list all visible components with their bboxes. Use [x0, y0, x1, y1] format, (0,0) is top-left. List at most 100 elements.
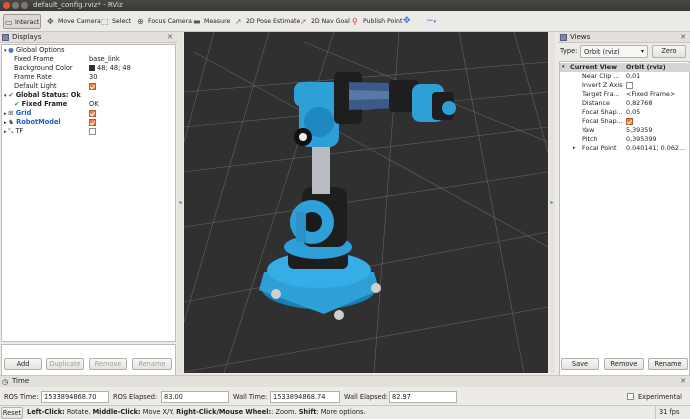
views-panel-title: Views ✕: [558, 32, 690, 43]
view-property-row[interactable]: ▸ Focal Point 0.040141; 0.062...: [560, 144, 690, 153]
view-type-label: Type:: [560, 47, 578, 55]
remove-display-button[interactable]: Remove: [89, 358, 127, 370]
left-splitter[interactable]: ◂: [177, 32, 183, 373]
view-property-row[interactable]: Invert Z Axis: [560, 81, 690, 90]
remove-view-button[interactable]: Remove: [604, 358, 644, 370]
view-property-row[interactable]: Pitch 0,395399: [560, 135, 690, 144]
view-property-value[interactable]: [626, 117, 633, 126]
display-row[interactable]: ▾ ✔ Global Status: Ok: [2, 91, 175, 100]
minimize-window-icon[interactable]: [12, 2, 19, 9]
view-property-value[interactable]: [626, 81, 633, 90]
display-row[interactable]: Background Color 48; 48; 48: [2, 64, 175, 73]
move-camera-icon: ✥: [47, 17, 54, 26]
display-row-label: Frame Rate: [14, 73, 52, 81]
visibility-checkbox[interactable]: [89, 118, 96, 126]
experimental-checkbox[interactable]: [627, 393, 634, 400]
maximize-window-icon[interactable]: [21, 2, 28, 9]
display-row-value[interactable]: [89, 109, 96, 118]
display-row[interactable]: Fixed Frame base_link: [2, 55, 175, 64]
displays-tree[interactable]: ▾ ● Global Options Fixed Frame base_link Ba…: [1, 44, 176, 342]
view-property-row[interactable]: Distance 0,82768: [560, 99, 690, 108]
display-row-value[interactable]: [89, 118, 96, 127]
view-property-label: Pitch: [582, 135, 598, 143]
display-row[interactable]: Frame Rate 30: [2, 73, 175, 82]
toolbar: ▭ Interact ✥ Move Camera ⬚ Select ⊕ Focu…: [0, 11, 690, 32]
view-property-row[interactable]: Target Fra... <Fixed Frame>: [560, 90, 690, 99]
display-row-label: RobotModel: [16, 118, 61, 126]
dropdown-arrow-icon: ▾: [640, 48, 644, 55]
expand-arrow-icon[interactable]: ▸: [573, 144, 576, 153]
display-row-label: Grid: [15, 109, 32, 117]
duplicate-display-button[interactable]: Duplicate: [46, 358, 84, 370]
view-property-label: Distance: [582, 99, 610, 107]
views-panel-icon: [560, 34, 567, 41]
add-tool-icon: ✥: [403, 16, 411, 26]
wall-elapsed-field: 82.97: [389, 391, 457, 403]
save-view-button[interactable]: Save: [561, 358, 599, 370]
views-panel: Views ✕ Type: Orbit (rviz) ▾ Zero ▾ Curr…: [558, 32, 690, 386]
display-row-label: Background Color: [14, 64, 73, 72]
focus-camera-icon: ⊕: [137, 17, 144, 26]
visibility-checkbox[interactable]: [89, 127, 96, 135]
move-camera-tool-button[interactable]: ✥ Move Camera: [46, 14, 101, 29]
add-tool-button[interactable]: ✥: [403, 14, 413, 29]
display-row-label: Default Light: [14, 82, 57, 90]
nav-goal-tool-button[interactable]: ➚ 2D Nav Goal: [299, 14, 350, 29]
pose-estimate-arrow-icon: ➚: [235, 17, 242, 26]
view-property-label: Near Clip ...: [582, 72, 620, 80]
view-property-row[interactable]: Focal Shap... 0,05: [560, 108, 690, 117]
pose-estimate-tool-button[interactable]: ➚ 2D Pose Estimate: [234, 14, 300, 29]
fps-counter: 31 fps: [655, 406, 679, 419]
view-property-value: 0.040141; 0.062...: [626, 144, 686, 152]
close-views-panel-icon[interactable]: ✕: [680, 32, 686, 43]
rename-view-button[interactable]: Rename: [648, 358, 688, 370]
view-property-value: 0,82768: [626, 99, 653, 107]
displays-panel-icon: [2, 34, 9, 41]
time-panel-title: ◷ Time ✕: [0, 376, 690, 387]
property-checkbox[interactable]: [626, 117, 633, 125]
add-display-button[interactable]: Add: [4, 358, 42, 370]
select-tool-button[interactable]: ⬚ Select: [100, 14, 131, 29]
clock-icon: ◷: [2, 378, 9, 386]
ros-elapsed-label: ROS Elapsed:: [113, 393, 158, 401]
view-type-dropdown[interactable]: Orbit (rviz) ▾: [580, 45, 648, 58]
visibility-checkbox[interactable]: [89, 82, 96, 90]
remove-tool-button[interactable]: −▾: [426, 14, 442, 29]
focus-camera-tool-button[interactable]: ⊕ Focus Camera: [136, 14, 192, 29]
robot-icon: ♞: [8, 118, 17, 126]
close-time-panel-icon[interactable]: ✕: [680, 376, 686, 387]
display-row[interactable]: ▾ ● Global Options: [2, 46, 175, 55]
display-row-value[interactable]: [89, 127, 96, 136]
visibility-checkbox[interactable]: [89, 109, 96, 117]
views-property-tree[interactable]: ▾ Current View Orbit (rviz) Near Clip ..…: [559, 61, 690, 386]
close-panel-icon[interactable]: ✕: [167, 32, 173, 43]
rename-display-button[interactable]: Rename: [132, 358, 172, 370]
grid-icon: ⊞: [8, 109, 16, 117]
color-swatch[interactable]: [89, 65, 95, 71]
view-property-value: 5,39359: [626, 126, 653, 134]
remove-tool-icon: −: [426, 16, 434, 26]
reset-button[interactable]: Reset: [1, 407, 23, 419]
zero-view-button[interactable]: Zero: [652, 45, 686, 58]
display-row[interactable]: Default Light: [2, 82, 175, 91]
publish-point-tool-button[interactable]: ⚲ Publish Point: [351, 14, 402, 29]
display-row[interactable]: ▸ ♞ RobotModel: [2, 118, 175, 127]
display-row-value: OK: [89, 100, 99, 108]
display-row[interactable]: ▸ ⊞ Grid: [2, 109, 175, 118]
right-splitter[interactable]: ▸: [549, 32, 555, 373]
property-checkbox[interactable]: [626, 81, 633, 89]
display-row[interactable]: ▸ ⤡ TF: [2, 127, 175, 136]
display-row[interactable]: ✔ Fixed Frame OK: [2, 100, 175, 109]
view-property-row[interactable]: Near Clip ... 0,01: [560, 72, 690, 81]
measure-tool-button[interactable]: ▬ Measure: [192, 14, 230, 29]
publish-point-pin-icon: ⚲: [352, 17, 358, 26]
view-property-value: 0,05: [626, 108, 641, 116]
view-property-row[interactable]: Focal Shap...: [560, 117, 690, 126]
view-property-row[interactable]: Yaw 5,39359: [560, 126, 690, 135]
current-view-header[interactable]: ▾ Current View Orbit (rviz): [560, 63, 690, 72]
3d-render-view[interactable]: [184, 32, 548, 373]
interact-icon: ▭: [5, 18, 13, 27]
display-row-value[interactable]: [89, 82, 96, 91]
interact-tool-button[interactable]: ▭ Interact: [3, 14, 41, 29]
close-window-icon[interactable]: [3, 2, 10, 9]
